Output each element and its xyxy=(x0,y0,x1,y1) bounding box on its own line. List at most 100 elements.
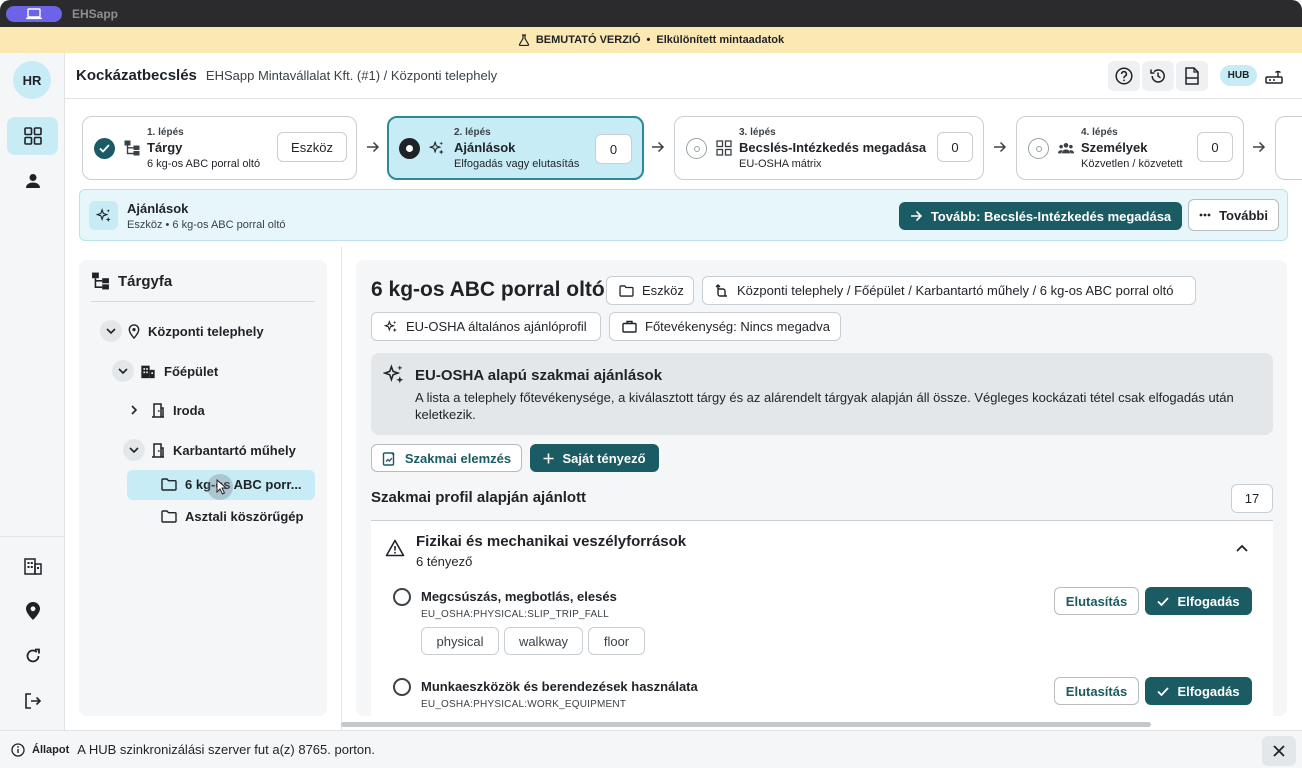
title-bar: EHSapp xyxy=(0,0,1302,27)
chevron-down-icon[interactable] xyxy=(112,360,134,382)
analysis-report-icon xyxy=(382,451,397,466)
chevron-up-icon[interactable] xyxy=(1236,544,1248,552)
tree-node-site[interactable]: Központi telephely xyxy=(100,320,264,342)
subject-type-chip[interactable]: Eszköz xyxy=(606,276,694,305)
folder-icon xyxy=(161,510,177,523)
status-label: Állapot xyxy=(32,743,70,756)
recommendations-info-box: EU-OSHA alapú szakmai ajánlások A lista … xyxy=(371,353,1273,435)
rail-building-button[interactable] xyxy=(7,547,58,585)
profile-chip[interactable]: EU-OSHA általános ajánlóprofil xyxy=(371,312,601,341)
profile-count-box: 17 xyxy=(1231,484,1273,513)
professional-analysis-button[interactable]: Szakmai elemzés xyxy=(371,444,522,472)
app-name: EHSapp xyxy=(72,6,119,21)
history-button[interactable] xyxy=(1142,61,1174,91)
item-code: EU_OSHA:PHYSICAL:WORK_EQUIPMENT xyxy=(421,699,627,710)
sparkle-icon xyxy=(89,201,118,230)
step-number: 3. lépés xyxy=(739,127,776,138)
close-status-button[interactable] xyxy=(1262,736,1296,766)
tree-structure-icon xyxy=(91,272,110,290)
accept-button[interactable]: Elfogadás xyxy=(1145,677,1252,705)
reject-button[interactable]: Elutasítás xyxy=(1054,587,1139,615)
reject-button[interactable]: Elutasítás xyxy=(1054,677,1139,705)
check-icon xyxy=(99,144,110,153)
panel-divider xyxy=(341,247,342,730)
more-dots-icon xyxy=(1199,213,1211,217)
step-3-assessment[interactable]: 3. lépés Becslés-Intézkedés megadása EU-… xyxy=(674,116,984,180)
history-icon xyxy=(1149,67,1167,85)
sparkle-icon xyxy=(429,140,445,156)
warning-triangle-icon xyxy=(385,539,405,557)
breadcrumb[interactable]: EHSapp Mintavállalat Kft. (#1) / Központ… xyxy=(206,68,497,83)
report-button[interactable] xyxy=(1176,61,1208,91)
rail-person-button[interactable] xyxy=(7,162,58,200)
rail-dashboard-button[interactable] xyxy=(7,117,58,155)
accept-button[interactable]: Elfogadás xyxy=(1145,587,1252,615)
tree-node-label: 6 kg-os ABC porr... xyxy=(185,477,302,492)
own-factor-button[interactable]: Saját tényező xyxy=(530,444,659,472)
step-subtitle: 6 kg-os ABC porral oltó xyxy=(147,158,261,170)
report-icon xyxy=(1184,67,1200,85)
hub-badge[interactable]: HUB xyxy=(1220,65,1257,86)
profile-section-title: Szakmai profil alapján ajánlott xyxy=(371,489,587,506)
matrix-grid-icon xyxy=(716,140,732,156)
arrow-right-icon xyxy=(1252,139,1266,155)
step-subtitle: Közvetlen / közvetett xyxy=(1081,158,1183,170)
network-icon xyxy=(1265,68,1283,84)
step-subtitle: Elfogadás vagy elutasítás xyxy=(454,158,580,170)
tree-node-building[interactable]: Főépület xyxy=(112,360,218,382)
group-title: Fizikai és mechanikai veszélyforrások xyxy=(416,533,687,550)
rail-location-button[interactable] xyxy=(7,592,58,630)
avatar[interactable]: HR xyxy=(13,61,51,99)
folder-icon xyxy=(619,284,634,297)
step-1-subject[interactable]: 1. lépés Tárgy 6 kg-os ABC porral oltó E… xyxy=(82,116,357,180)
item-select-radio[interactable] xyxy=(393,678,411,696)
step-4-persons[interactable]: 4. lépés Személyek Közvetlen / közvetett… xyxy=(1016,116,1244,180)
refresh-icon xyxy=(25,648,41,664)
accept-label: Elfogadás xyxy=(1177,593,1240,609)
flask-icon xyxy=(518,34,530,46)
tree-node-grinder[interactable]: Asztali köszörűgép xyxy=(161,509,303,524)
subject-path-chip[interactable]: Központi telephely / Főépület / Karbanta… xyxy=(702,276,1196,305)
person-icon xyxy=(25,173,41,189)
profile-label: EU-OSHA általános ajánlóprofil xyxy=(406,319,587,334)
main-activity-label: Főtevékenység: Nincs megadva xyxy=(645,319,830,334)
tree-structure-icon xyxy=(124,140,140,156)
hierarchy-path-icon xyxy=(715,283,729,298)
horizontal-scrollbar[interactable] xyxy=(341,722,1151,727)
app-pill[interactable] xyxy=(6,5,62,22)
building-icon xyxy=(140,364,156,379)
rail-refresh-button[interactable] xyxy=(7,637,58,675)
step-2-recommendations[interactable]: 2. lépés Ajánlások Elfogadás vagy elutas… xyxy=(387,116,644,180)
rail-logout-button[interactable] xyxy=(7,682,58,720)
step-name: Becslés-Intézkedés megadása xyxy=(739,140,927,155)
network-button[interactable] xyxy=(1258,61,1290,91)
chevron-down-icon[interactable] xyxy=(123,439,145,461)
item-tag: walkway xyxy=(504,627,583,655)
status-bar: Állapot A HUB szinkronizálási szerver fu… xyxy=(0,730,1302,768)
plus-icon xyxy=(543,453,554,464)
more-button[interactable]: További xyxy=(1188,199,1279,231)
tree-node-office[interactable]: Iroda xyxy=(123,399,205,421)
help-icon xyxy=(1115,67,1133,85)
strip-subtitle: Eszköz • 6 kg-os ABC porral oltó xyxy=(127,219,286,231)
tree-title: Tárgyfa xyxy=(118,272,173,290)
chevron-right-icon[interactable] xyxy=(123,399,145,421)
step-5-partial[interactable] xyxy=(1275,116,1302,180)
recommendations-text: A lista a telephely főtevékenysége, a ki… xyxy=(415,390,1234,422)
help-button[interactable] xyxy=(1108,61,1140,91)
rail-divider xyxy=(0,536,65,537)
building-icon xyxy=(23,557,42,575)
step-count-box: 0 xyxy=(937,132,973,162)
main-activity-chip[interactable]: Főtevékenység: Nincs megadva xyxy=(609,312,841,341)
main-panel: 6 kg-os ABC porral oltó Eszköz Központi … xyxy=(356,260,1287,716)
step-count-box: 0 xyxy=(1197,132,1233,162)
sparkle-icon xyxy=(384,319,398,334)
strip-title: Ajánlások xyxy=(127,201,189,216)
next-step-button[interactable]: Tovább: Becslés-Intézkedés megadása xyxy=(899,202,1182,230)
tree-node-workshop[interactable]: Karbantartó műhely xyxy=(123,439,296,461)
item-select-radio[interactable] xyxy=(393,588,411,606)
tree-node-label: Főépület xyxy=(164,363,219,379)
own-factor-label: Saját tényező xyxy=(562,450,646,466)
chevron-down-icon[interactable] xyxy=(100,320,122,342)
step-number: 4. lépés xyxy=(1081,127,1118,138)
